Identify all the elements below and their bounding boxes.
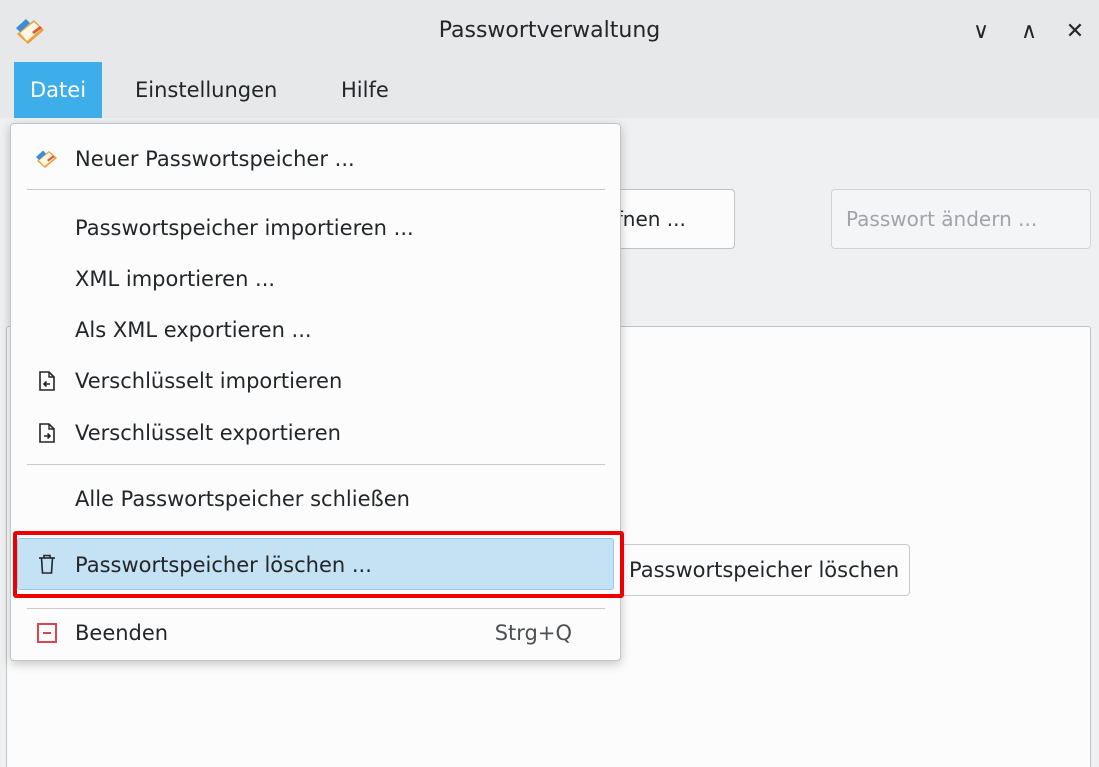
menu-einstellungen[interactable]: Einstellungen (119, 62, 293, 118)
menu-item-import-xml[interactable]: XML importieren ... (17, 253, 614, 305)
minimize-button[interactable]: ∨ (966, 16, 996, 46)
trash-icon (39, 554, 55, 574)
menu-item-quit[interactable]: Beenden Strg+Q (17, 607, 614, 659)
menu-item-export-xml[interactable]: Als XML exportieren ... (17, 304, 614, 356)
document-export-icon (39, 423, 55, 443)
menu-item-export-encrypted[interactable]: Verschlüsselt exportieren (17, 407, 614, 459)
window-title: Passwortverwaltung (438, 18, 661, 43)
menu-item-import-store[interactable]: Passwortspeicher importieren ... (17, 202, 614, 254)
menu-item-import-encrypted[interactable]: Verschlüsselt importieren (17, 355, 614, 407)
menu-separator (27, 189, 605, 190)
menu-item-label: Alle Passwortspeicher schließen (75, 487, 410, 511)
menu-item-label: Als XML exportieren ... (75, 318, 312, 342)
app-window: Passwortverwaltung ∨ ∧ ✕ Datei Einstellu… (0, 0, 1099, 767)
menu-separator (27, 464, 605, 465)
menu-item-close-all[interactable]: Alle Passwortspeicher schließen (17, 473, 614, 525)
menu-item-label: XML importieren ... (75, 267, 276, 291)
menu-item-label: Passwortspeicher löschen ... (75, 553, 372, 577)
change-password-button: Passwort ändern ... (831, 189, 1091, 249)
menu-item-new-store[interactable]: Neuer Passwortspeicher ... (17, 133, 614, 185)
menu-item-label: Verschlüsselt importieren (75, 369, 343, 393)
close-button[interactable]: ✕ (1060, 16, 1090, 46)
document-import-icon (39, 371, 55, 391)
menu-item-delete-store[interactable]: Passwortspeicher löschen ... (17, 538, 614, 590)
shortcut-label: Strg+Q (494, 621, 572, 645)
menu-bar: Datei Einstellungen Hilfe (0, 62, 1099, 118)
app-icon (36, 150, 57, 168)
menu-item-label: Verschlüsselt exportieren (75, 421, 341, 445)
menu-datei[interactable]: Datei (14, 62, 103, 118)
change-password-label: Passwort ändern ... (846, 207, 1038, 231)
datei-dropdown-menu: Neuer Passwortspeicher ... Passwortspeic… (10, 123, 621, 661)
title-bar: Passwortverwaltung ∨ ∧ ✕ (0, 0, 1099, 62)
menu-item-label: Passwortspeicher importieren ... (75, 216, 414, 240)
menu-item-label: Neuer Passwortspeicher ... (75, 147, 355, 171)
maximize-button[interactable]: ∧ (1014, 16, 1044, 46)
tooltip: Passwortspeicher löschen (618, 544, 911, 596)
menu-item-label: Beenden (75, 621, 169, 645)
quit-icon (37, 623, 57, 643)
menu-hilfe[interactable]: Hilfe (325, 62, 405, 118)
